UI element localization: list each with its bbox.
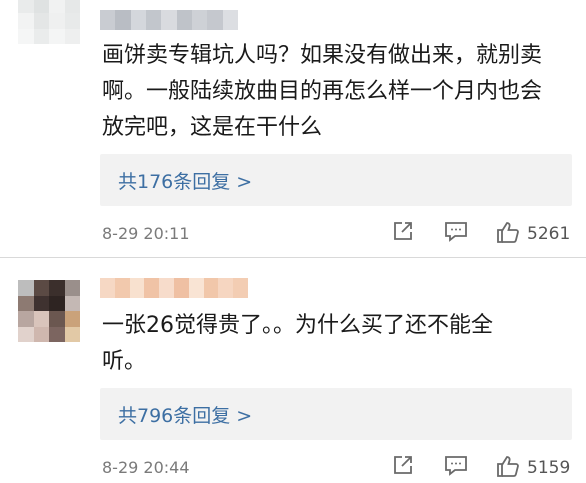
view-replies-link[interactable]: 共176条回复 > xyxy=(118,167,252,194)
avatar[interactable] xyxy=(18,0,80,44)
username-blurred[interactable] xyxy=(100,278,248,298)
share-icon[interactable] xyxy=(391,453,415,481)
view-replies-link[interactable]: 共796条回复 > xyxy=(118,401,252,428)
thumbs-up-icon[interactable] xyxy=(495,453,521,483)
comment-item: 画饼卖专辑坑人吗？如果没有做出来，就别卖 啊。一般陆续放曲目的再怎么样一个月内也… xyxy=(0,0,586,258)
share-icon[interactable] xyxy=(391,219,415,247)
thumbs-up-icon[interactable] xyxy=(495,219,521,249)
reply-preview-box: 共796条回复 > xyxy=(100,388,572,440)
comment-text: 一张26觉得贵了。。为什么买了还不能全 听。 xyxy=(102,313,493,374)
comment-timestamp: 8-29 20:11 xyxy=(102,224,190,243)
comment-icon[interactable] xyxy=(443,453,469,481)
avatar[interactable] xyxy=(18,280,80,342)
reply-preview-box: 共176条回复 > xyxy=(100,154,572,206)
like-count: 5261 xyxy=(527,224,571,244)
like-count: 5159 xyxy=(527,458,571,478)
comment-icon[interactable] xyxy=(443,219,469,247)
comment-item: 一张26觉得贵了。。为什么买了还不能全 听。 共796条回复 > 8-29 20… xyxy=(0,258,586,482)
username-blurred[interactable] xyxy=(100,10,238,30)
comment-timestamp: 8-29 20:44 xyxy=(102,458,190,477)
comment-text: 画饼卖专辑坑人吗？如果没有做出来，就别卖 啊。一般陆续放曲目的再怎么样一个月内也… xyxy=(102,43,543,140)
